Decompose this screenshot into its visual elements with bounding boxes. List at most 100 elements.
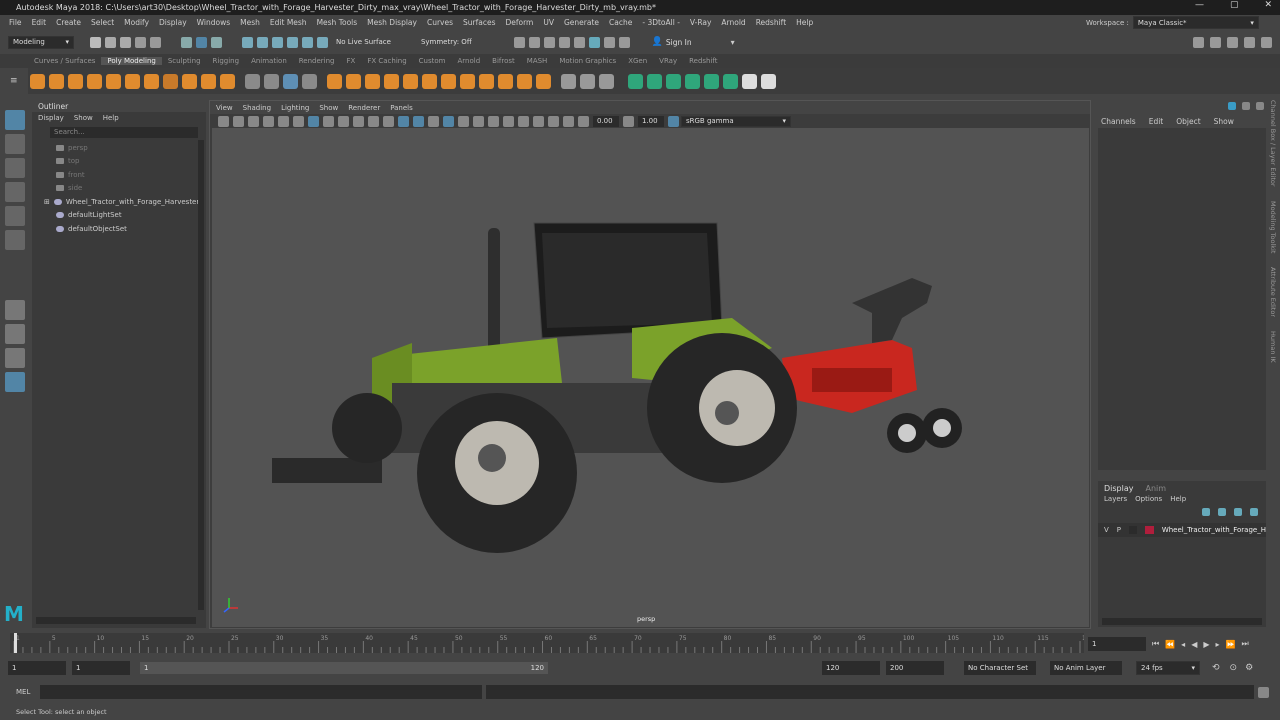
tab-anim[interactable]: Anim — [1146, 484, 1167, 493]
side-tab-attribute-editor[interactable]: Attribute Editor — [1268, 267, 1277, 317]
svg-icon[interactable] — [220, 73, 235, 89]
smooth-icon[interactable] — [283, 73, 298, 89]
shadows-icon[interactable] — [458, 115, 469, 127]
multi-cut-icon[interactable] — [460, 73, 475, 89]
viewport-menu-shading[interactable]: Shading — [243, 104, 271, 112]
center-pivot-icon[interactable] — [599, 73, 614, 89]
platonic-solid-icon[interactable] — [163, 73, 178, 89]
render-settings-icon[interactable] — [558, 36, 570, 48]
wireframe-icon[interactable] — [398, 115, 409, 127]
side-tab-human-ik[interactable]: Human IK — [1268, 331, 1277, 363]
merge-icon[interactable] — [422, 73, 437, 89]
character-set-dropdown[interactable]: No Character Set — [964, 661, 1036, 675]
boolean-icon[interactable] — [302, 73, 317, 89]
attribute-toggle-icon[interactable] — [1242, 102, 1250, 110]
command-language-toggle[interactable]: MEL — [16, 688, 30, 696]
layer-color-swatch[interactable] — [1145, 526, 1154, 534]
outliner-item[interactable]: defaultObjectSet — [32, 222, 206, 236]
tool-settings-icon[interactable] — [1244, 36, 1255, 48]
render-frame-icon[interactable] — [513, 36, 525, 48]
safe-action-icon[interactable] — [383, 115, 394, 127]
film-gate-icon[interactable] — [323, 115, 334, 127]
view-transform-dropdown[interactable]: sRGB gamma ▾ — [681, 115, 791, 127]
render-sequence-icon[interactable] — [528, 36, 540, 48]
isolate-select-icon[interactable] — [518, 115, 529, 127]
magnet-icon[interactable] — [317, 36, 328, 48]
sew-uv-icon[interactable] — [761, 73, 776, 89]
expand-icon[interactable]: ⊞ — [44, 198, 50, 206]
layers-menu-help[interactable]: Help — [1170, 495, 1186, 503]
layer-visibility-toggle[interactable]: V — [1104, 526, 1109, 534]
shelf-tab-fx[interactable]: FX — [341, 57, 362, 65]
current-frame-field[interactable]: 1 — [1088, 637, 1146, 651]
channel-menu-show[interactable]: Show — [1214, 117, 1234, 126]
xray-icon[interactable] — [533, 115, 544, 127]
side-tab-channel-box-layer-editor[interactable]: Channel Box / Layer Editor — [1268, 100, 1277, 187]
layers-menu-layers[interactable]: Layers — [1104, 495, 1127, 503]
backface-culling-icon[interactable] — [563, 115, 574, 127]
tab-display[interactable]: Display — [1104, 484, 1134, 493]
grid-icon[interactable] — [308, 115, 319, 127]
type-text-icon[interactable] — [201, 73, 216, 89]
menu-edit-mesh[interactable]: Edit Mesh — [265, 18, 312, 27]
shelf-tab-curves-surfaces[interactable]: Curves / Surfaces — [28, 57, 101, 65]
outliner-layout-icon[interactable] — [5, 372, 25, 392]
viewport-menu-view[interactable]: View — [216, 104, 233, 112]
menu-v-ray[interactable]: V-Ray — [685, 18, 716, 27]
maximize-button[interactable]: ▢ — [1230, 0, 1239, 10]
outliner-vertical-scrollbar[interactable] — [198, 140, 204, 610]
motion-blur-icon[interactable] — [488, 115, 499, 127]
side-tab-modeling-toolkit[interactable]: Modeling Toolkit — [1268, 201, 1277, 253]
pause-icon[interactable] — [618, 36, 630, 48]
menu-surfaces[interactable]: Surfaces — [458, 18, 500, 27]
play-backwards-icon[interactable]: ◀ — [1191, 640, 1197, 649]
poly-cube-icon[interactable] — [49, 73, 64, 89]
layer-type-toggle[interactable] — [1129, 526, 1138, 534]
snap-view-plane-icon[interactable] — [287, 36, 298, 48]
shelf-tab-sculpting[interactable]: Sculpting — [162, 57, 207, 65]
bridge-icon[interactable] — [346, 73, 361, 89]
channel-menu-channels[interactable]: Channels — [1101, 117, 1136, 126]
shelf-tab-xgen[interactable]: XGen — [622, 57, 653, 65]
shelf-tab-custom[interactable]: Custom — [413, 57, 452, 65]
menu-display[interactable]: Display — [154, 18, 192, 27]
menu-deform[interactable]: Deform — [500, 18, 538, 27]
anti-aliasing-icon[interactable] — [503, 115, 514, 127]
quad-draw-icon[interactable] — [536, 73, 551, 89]
start-time-field[interactable]: 1 — [8, 661, 66, 675]
poly-plane-icon[interactable] — [125, 73, 140, 89]
undo-icon[interactable] — [135, 36, 146, 48]
step-forward-frame-icon[interactable]: ▸ — [1216, 640, 1220, 649]
freeze-transform-icon[interactable] — [580, 73, 595, 89]
auto-map-icon[interactable] — [704, 73, 719, 89]
menu-windows[interactable]: Windows — [192, 18, 235, 27]
four-pane-layout-icon[interactable] — [5, 324, 25, 344]
channel-box-icon[interactable] — [1228, 102, 1236, 110]
outliner-item[interactable]: front — [32, 168, 206, 182]
field-chart-icon[interactable] — [368, 115, 379, 127]
poly-sphere-icon[interactable] — [30, 73, 45, 89]
shelf-tab-bifrost[interactable]: Bifrost — [486, 57, 521, 65]
menu-help[interactable]: Help — [791, 18, 818, 27]
sign-in-button[interactable]: 👤 Sign In ▾ — [652, 37, 735, 47]
menu-create[interactable]: Create — [51, 18, 86, 27]
menu-modify[interactable]: Modify — [119, 18, 154, 27]
shelf-tab-redshift[interactable]: Redshift — [683, 57, 723, 65]
outliner-menu-display[interactable]: Display — [38, 114, 64, 122]
channel-box-icon[interactable] — [1261, 36, 1272, 48]
bevel-icon[interactable] — [365, 73, 380, 89]
minimize-button[interactable]: — — [1195, 0, 1204, 10]
menu-generate[interactable]: Generate — [559, 18, 604, 27]
outliner-item[interactable]: ⊞ Wheel_Tractor_with_Forage_Harvester — [32, 195, 206, 209]
channel-menu-object[interactable]: Object — [1176, 117, 1200, 126]
vray-render-icon[interactable] — [588, 36, 600, 48]
select-tool-icon[interactable] — [5, 110, 25, 130]
viewport-menu-panels[interactable]: Panels — [390, 104, 413, 112]
poly-cone-icon[interactable] — [87, 73, 102, 89]
smooth-shade-icon[interactable] — [413, 115, 424, 127]
layer-playback-toggle[interactable]: P — [1117, 526, 1121, 534]
shelf-tab-poly-modeling[interactable]: Poly Modeling — [101, 57, 162, 65]
menu-mesh[interactable]: Mesh — [235, 18, 265, 27]
menu-uv[interactable]: UV — [538, 18, 559, 27]
super-shape-icon[interactable] — [182, 73, 197, 89]
